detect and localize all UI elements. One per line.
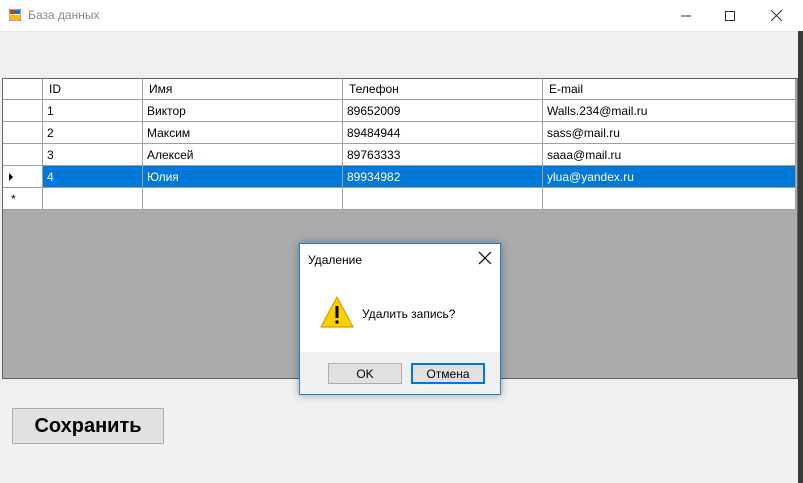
cell-name[interactable] <box>143 188 343 210</box>
cell-email[interactable]: saaa@mail.ru <box>543 144 796 166</box>
table-row[interactable]: 3 Алексей 89763333 saaa@mail.ru <box>3 144 796 166</box>
close-icon[interactable] <box>478 251 492 265</box>
cell-id[interactable]: 3 <box>43 144 143 166</box>
table-row-selected[interactable]: 4 Юлия 89934982 ylua@yandex.ru <box>3 166 796 188</box>
save-button[interactable]: Сохранить <box>12 408 164 444</box>
cell-phone[interactable]: 89934982 <box>343 166 543 188</box>
table-row-new[interactable]: * <box>3 188 796 210</box>
maximize-button[interactable] <box>707 0 753 31</box>
current-row-arrow-icon <box>9 173 13 181</box>
dialog-title: Удаление <box>308 253 363 267</box>
cell-id[interactable]: 2 <box>43 122 143 144</box>
ok-button[interactable]: OK <box>328 363 402 384</box>
background-window-edge <box>798 31 803 483</box>
column-header-email[interactable]: E-mail <box>543 79 796 100</box>
minimize-button[interactable] <box>663 0 709 31</box>
delete-confirm-dialog: Удаление Удалить запись? OK Отмена <box>299 243 501 395</box>
dialog-message: Удалить запись? <box>362 307 456 321</box>
cell-phone[interactable]: 89763333 <box>343 144 543 166</box>
cell-name[interactable]: Максим <box>143 122 343 144</box>
window-title: База данных <box>28 8 100 22</box>
table-row[interactable]: 2 Максим 89484944 sass@mail.ru <box>3 122 796 144</box>
table-row[interactable]: 1 Виктор 89652009 Walls.234@mail.ru <box>3 100 796 122</box>
row-header[interactable] <box>3 144 43 166</box>
close-window-button[interactable] <box>753 0 799 31</box>
column-header-id[interactable]: ID <box>43 79 143 100</box>
cell-id[interactable]: 1 <box>43 100 143 122</box>
cell-phone[interactable] <box>343 188 543 210</box>
maximize-icon <box>725 10 735 21</box>
cell-id[interactable]: 4 <box>43 166 143 188</box>
column-header-name[interactable]: Имя <box>143 79 343 100</box>
cell-id[interactable] <box>43 188 143 210</box>
cancel-button[interactable]: Отмена <box>411 363 485 384</box>
app-icon <box>9 9 21 21</box>
dialog-button-bar: OK Отмена <box>300 352 500 394</box>
column-header-phone[interactable]: Телефон <box>343 79 543 100</box>
row-header[interactable] <box>3 122 43 144</box>
cell-name[interactable]: Виктор <box>143 100 343 122</box>
grid-header-row: ID Имя Телефон E-mail <box>3 79 796 101</box>
cell-email[interactable]: Walls.234@mail.ru <box>543 100 796 122</box>
cell-name[interactable]: Алексей <box>143 144 343 166</box>
grid-corner-cell[interactable] <box>3 79 43 100</box>
minimize-icon <box>681 15 691 16</box>
new-row-icon: * <box>11 192 16 206</box>
warning-icon <box>320 296 354 328</box>
row-header[interactable] <box>3 166 43 188</box>
close-icon <box>770 10 782 21</box>
cell-name[interactable]: Юлия <box>143 166 343 188</box>
row-header[interactable] <box>3 100 43 122</box>
cell-phone[interactable]: 89484944 <box>343 122 543 144</box>
row-header[interactable]: * <box>3 188 43 210</box>
cell-phone[interactable]: 89652009 <box>343 100 543 122</box>
cell-email[interactable]: sass@mail.ru <box>543 122 796 144</box>
window-title-bar: База данных <box>0 0 803 32</box>
cell-email[interactable]: ylua@yandex.ru <box>543 166 796 188</box>
cell-email[interactable] <box>543 188 796 210</box>
